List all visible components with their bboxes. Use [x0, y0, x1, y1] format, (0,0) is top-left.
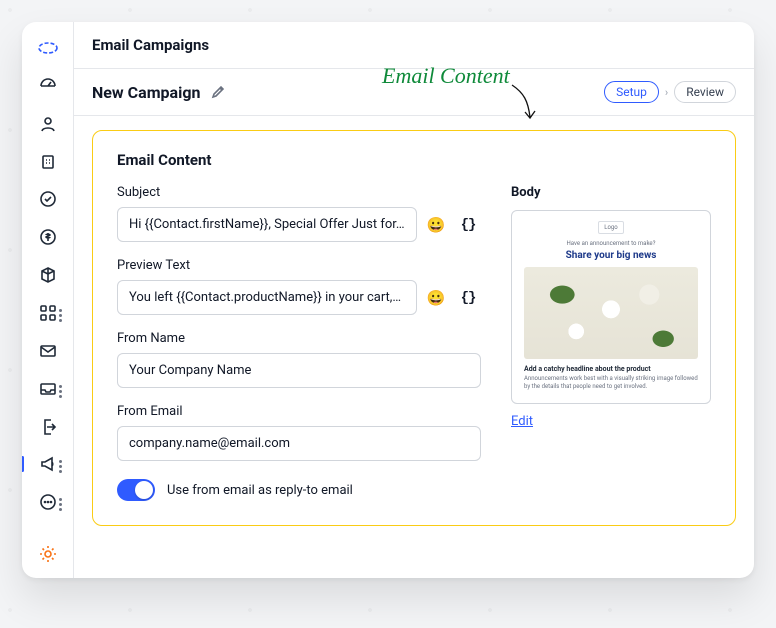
- edit-campaign-name-icon[interactable]: [210, 84, 226, 100]
- campaign-bar: New Campaign Email Content Setup › Revie…: [74, 69, 754, 116]
- product-icon[interactable]: [32, 263, 64, 287]
- logo-icon[interactable]: [32, 36, 64, 60]
- subject-label: Subject: [117, 185, 481, 200]
- apps-icon[interactable]: [32, 301, 64, 325]
- settings-icon[interactable]: [32, 542, 64, 566]
- from-email-input[interactable]: company.name@email.com: [117, 426, 481, 461]
- body-preview[interactable]: Logo Have an announcement to make? Share…: [511, 210, 711, 404]
- subject-emoji-icon[interactable]: 😀: [423, 212, 449, 238]
- company-icon[interactable]: [32, 150, 64, 174]
- sidebar: [22, 22, 74, 578]
- dashboard-icon[interactable]: [32, 74, 64, 98]
- step-review[interactable]: Review: [674, 81, 736, 103]
- reply-to-toggle[interactable]: [117, 479, 155, 501]
- edit-body-link[interactable]: Edit: [511, 414, 533, 429]
- export-icon[interactable]: [32, 415, 64, 439]
- preview-subhead: Add a catchy headline about the product: [524, 365, 698, 373]
- page-title: Email Campaigns: [74, 22, 754, 69]
- campaigns-icon[interactable]: [32, 452, 64, 476]
- preview-desc: Announcements work best with a visually …: [524, 375, 698, 391]
- subject-merge-fields-icon[interactable]: {}: [455, 212, 481, 238]
- body-label: Body: [511, 185, 711, 200]
- preview-text-label: Preview Text: [117, 258, 481, 273]
- preview-text-merge-fields-icon[interactable]: {}: [455, 285, 481, 311]
- preview-headline: Share your big news: [524, 250, 698, 261]
- mail-icon[interactable]: [32, 339, 64, 363]
- wizard-steps: Setup › Review: [604, 81, 736, 103]
- more-icon[interactable]: [32, 490, 64, 514]
- card-title: Email Content: [117, 151, 711, 169]
- from-email-label: From Email: [117, 404, 481, 419]
- inbox-icon[interactable]: [32, 377, 64, 401]
- preview-image: [524, 267, 698, 359]
- main-panel: Email Campaigns New Campaign Email Conte…: [74, 22, 754, 578]
- subject-input[interactable]: Hi {{Contact.firstName}}, Special Offer …: [117, 207, 417, 242]
- preview-text-input[interactable]: You left {{Contact.productName}} in your…: [117, 280, 417, 315]
- from-name-input[interactable]: Your Company Name: [117, 353, 481, 388]
- contacts-icon[interactable]: [32, 112, 64, 136]
- campaign-name: New Campaign: [92, 83, 200, 102]
- preview-announce: Have an announcement to make?: [524, 240, 698, 247]
- app-window: Email Campaigns New Campaign Email Conte…: [22, 22, 754, 578]
- from-name-label: From Name: [117, 331, 481, 346]
- step-setup[interactable]: Setup: [604, 81, 659, 103]
- preview-text-emoji-icon[interactable]: 😀: [423, 285, 449, 311]
- preview-logo: Logo: [598, 221, 623, 234]
- reply-to-toggle-label: Use from email as reply-to email: [167, 483, 353, 498]
- tasks-icon[interactable]: [32, 187, 64, 211]
- chevron-right-icon: ›: [665, 86, 668, 99]
- email-content-card: Email Content Subject Hi {{Contact.first…: [92, 130, 736, 526]
- billing-icon[interactable]: [32, 225, 64, 249]
